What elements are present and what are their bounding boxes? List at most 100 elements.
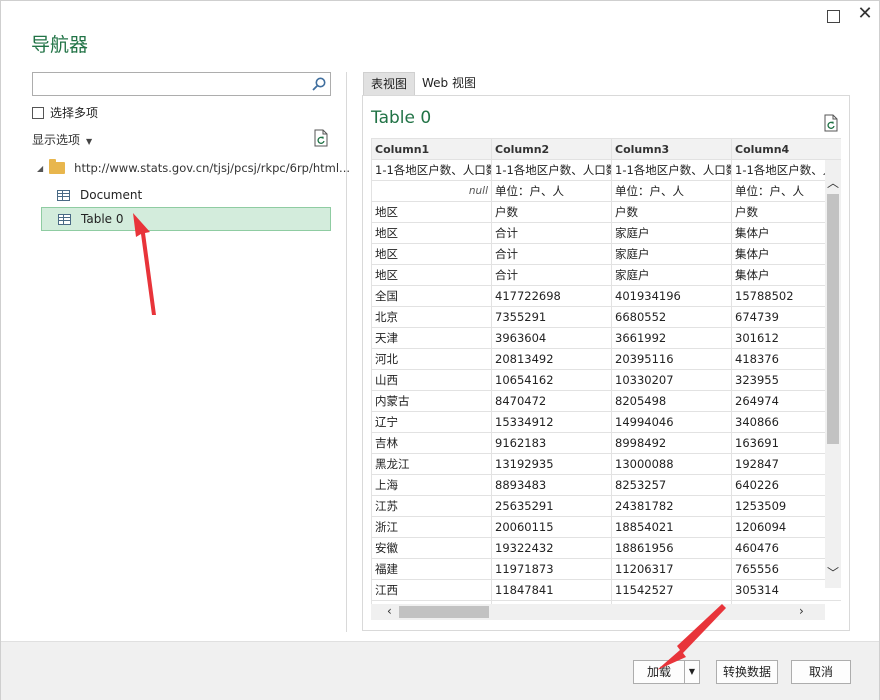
table-cell[interactable]: 江西 xyxy=(371,579,492,601)
select-multiple-checkbox[interactable] xyxy=(32,106,44,119)
table-cell[interactable]: 11206317 xyxy=(611,558,732,580)
table-cell[interactable]: 1-1各地区户数、人口数 xyxy=(611,159,732,181)
table-cell[interactable]: null xyxy=(371,180,492,202)
horizontal-scrollbar[interactable]: ‹ › xyxy=(371,604,825,620)
tree-item-table-0[interactable]: Table 0 xyxy=(41,207,331,231)
table-cell[interactable]: 8470472 xyxy=(491,390,612,412)
table-cell[interactable]: 20395116 xyxy=(611,348,732,370)
table-cell[interactable]: 上海 xyxy=(371,474,492,496)
table-cell[interactable]: 401934196 xyxy=(611,285,732,307)
table-cell[interactable]: 18854021 xyxy=(611,516,732,538)
tree-root-url[interactable]: ◢ http://www.stats.gov.cn/tjsj/pcsj/rkpc… xyxy=(37,159,351,175)
table-cell[interactable]: 10654162 xyxy=(491,369,612,391)
tree-item-document[interactable]: Document xyxy=(41,183,331,207)
table-cell[interactable]: 合计 xyxy=(491,243,612,265)
vertical-scrollbar[interactable]: ︿ ﹀ xyxy=(825,160,841,588)
search-icon[interactable] xyxy=(311,76,327,92)
column-header[interactable]: Column3 xyxy=(611,138,732,160)
table-cell[interactable]: 北京 xyxy=(371,306,492,328)
table-cell[interactable]: 户数 xyxy=(491,201,612,223)
table-cell[interactable]: 单位：户、人 xyxy=(611,180,732,202)
table-cell[interactable]: 417722698 xyxy=(491,285,612,307)
table-cell[interactable]: 江苏 xyxy=(371,495,492,517)
table-cell[interactable]: 安徽 xyxy=(371,537,492,559)
table-cell[interactable]: 浙江 xyxy=(371,516,492,538)
table-cell[interactable]: 8893483 xyxy=(491,474,612,496)
table-cell[interactable]: 19322432 xyxy=(491,537,612,559)
table-cell[interactable]: 地区 xyxy=(371,264,492,286)
table-cell[interactable]: 家庭户 xyxy=(611,243,732,265)
column-header[interactable]: Column2 xyxy=(491,138,612,160)
table-cell[interactable]: 全国 xyxy=(371,285,492,307)
transform-data-button[interactable]: 转换数据 xyxy=(716,660,778,684)
table-cell[interactable]: 6680552 xyxy=(611,306,732,328)
scroll-right-icon[interactable]: › xyxy=(799,604,804,618)
search-input[interactable] xyxy=(32,72,331,96)
table-cell[interactable]: 11542527 xyxy=(611,579,732,601)
table-cell[interactable]: 18861956 xyxy=(611,537,732,559)
cancel-button[interactable]: 取消 xyxy=(791,660,851,684)
refresh-icon[interactable] xyxy=(313,129,329,147)
table-cell[interactable]: 户数 xyxy=(611,201,732,223)
maximize-icon[interactable] xyxy=(827,10,840,23)
table-cell[interactable]: 9162183 xyxy=(491,432,612,454)
table-cell[interactable]: 25635291 xyxy=(491,495,612,517)
tab-table-view[interactable]: 表视图 xyxy=(363,72,416,95)
table-cell[interactable]: 11847841 xyxy=(491,579,612,601)
table-cell[interactable]: 13192935 xyxy=(491,453,612,475)
column-header[interactable]: Column1 xyxy=(371,138,492,160)
table-cell[interactable]: 合计 xyxy=(491,222,612,244)
table-cell[interactable]: 地区 xyxy=(371,201,492,223)
table-cell[interactable]: 13000088 xyxy=(611,453,732,475)
table-cell[interactable]: 家庭户 xyxy=(611,222,732,244)
data-grid[interactable]: Column1 Column2 Column3 Column4 1-1各地区户数、人口… xyxy=(371,138,841,604)
table-cell[interactable]: 14994046 xyxy=(611,411,732,433)
table-cell[interactable]: 24381782 xyxy=(611,495,732,517)
table-cell[interactable]: 河北 xyxy=(371,348,492,370)
table-cell[interactable]: 1-1各地区户数、人口数 xyxy=(491,159,612,181)
column-header[interactable]: Column4 xyxy=(731,138,841,160)
table-cell[interactable]: 内蒙古 xyxy=(371,390,492,412)
table-cell[interactable]: 辽宁 xyxy=(371,411,492,433)
scroll-up-icon[interactable]: ︿ xyxy=(827,174,839,191)
table-cell[interactable]: 8205498 xyxy=(611,390,732,412)
table-cell[interactable]: 家庭户 xyxy=(611,264,732,286)
select-multiple-option[interactable]: 选择多项 xyxy=(32,104,98,121)
table-cell[interactable]: 20060115 xyxy=(491,516,612,538)
table-cell[interactable]: 天津 xyxy=(371,327,492,349)
table-cell[interactable]: 15334912 xyxy=(491,411,612,433)
dialog-title: 导航器 xyxy=(31,34,89,56)
horizontal-scroll-thumb[interactable] xyxy=(399,606,489,618)
load-dropdown-icon[interactable]: ▼ xyxy=(684,660,700,684)
table-cell[interactable]: 7355291 xyxy=(491,306,612,328)
load-button[interactable]: 加载 xyxy=(633,660,685,684)
panel-divider[interactable] xyxy=(346,72,347,632)
vertical-scroll-thumb[interactable] xyxy=(827,194,839,444)
display-options-dropdown[interactable]: 显示选项 ▼ xyxy=(32,131,92,148)
scroll-left-icon[interactable]: ‹ xyxy=(387,604,392,618)
table-cell[interactable]: 10330207 xyxy=(611,369,732,391)
refresh-icon[interactable] xyxy=(823,114,839,132)
tab-web-view[interactable]: Web 视图 xyxy=(415,72,483,94)
scroll-down-icon[interactable]: ﹀ xyxy=(827,564,839,581)
table-cell[interactable]: 山西 xyxy=(371,369,492,391)
tree-root-label: http://www.stats.gov.cn/tjsj/pcsj/rkpc/6… xyxy=(74,161,351,175)
table-cell[interactable]: 吉林 xyxy=(371,432,492,454)
table-row: 北京 7355291 6680552 674739 xyxy=(371,306,841,328)
close-icon[interactable]: ✕ xyxy=(857,5,873,23)
expand-triangle-icon[interactable]: ◢ xyxy=(37,164,43,173)
table-cell[interactable]: 地区 xyxy=(371,222,492,244)
table-cell[interactable]: 合计 xyxy=(491,264,612,286)
table-cell[interactable]: 单位：户、人 xyxy=(491,180,612,202)
table-cell[interactable]: 3661992 xyxy=(611,327,732,349)
table-cell[interactable]: 20813492 xyxy=(491,348,612,370)
table-cell[interactable]: 地区 xyxy=(371,243,492,265)
table-cell[interactable]: 8998492 xyxy=(611,432,732,454)
table-cell[interactable]: 8253257 xyxy=(611,474,732,496)
table-cell[interactable]: 11971873 xyxy=(491,558,612,580)
table-cell[interactable]: 3963604 xyxy=(491,327,612,349)
table-cell[interactable]: 1-1各地区户数、人口数 xyxy=(371,159,492,181)
dialog-footer: 加载 ▼ 转换数据 取消 xyxy=(1,641,879,700)
table-cell[interactable]: 黑龙江 xyxy=(371,453,492,475)
table-cell[interactable]: 福建 xyxy=(371,558,492,580)
